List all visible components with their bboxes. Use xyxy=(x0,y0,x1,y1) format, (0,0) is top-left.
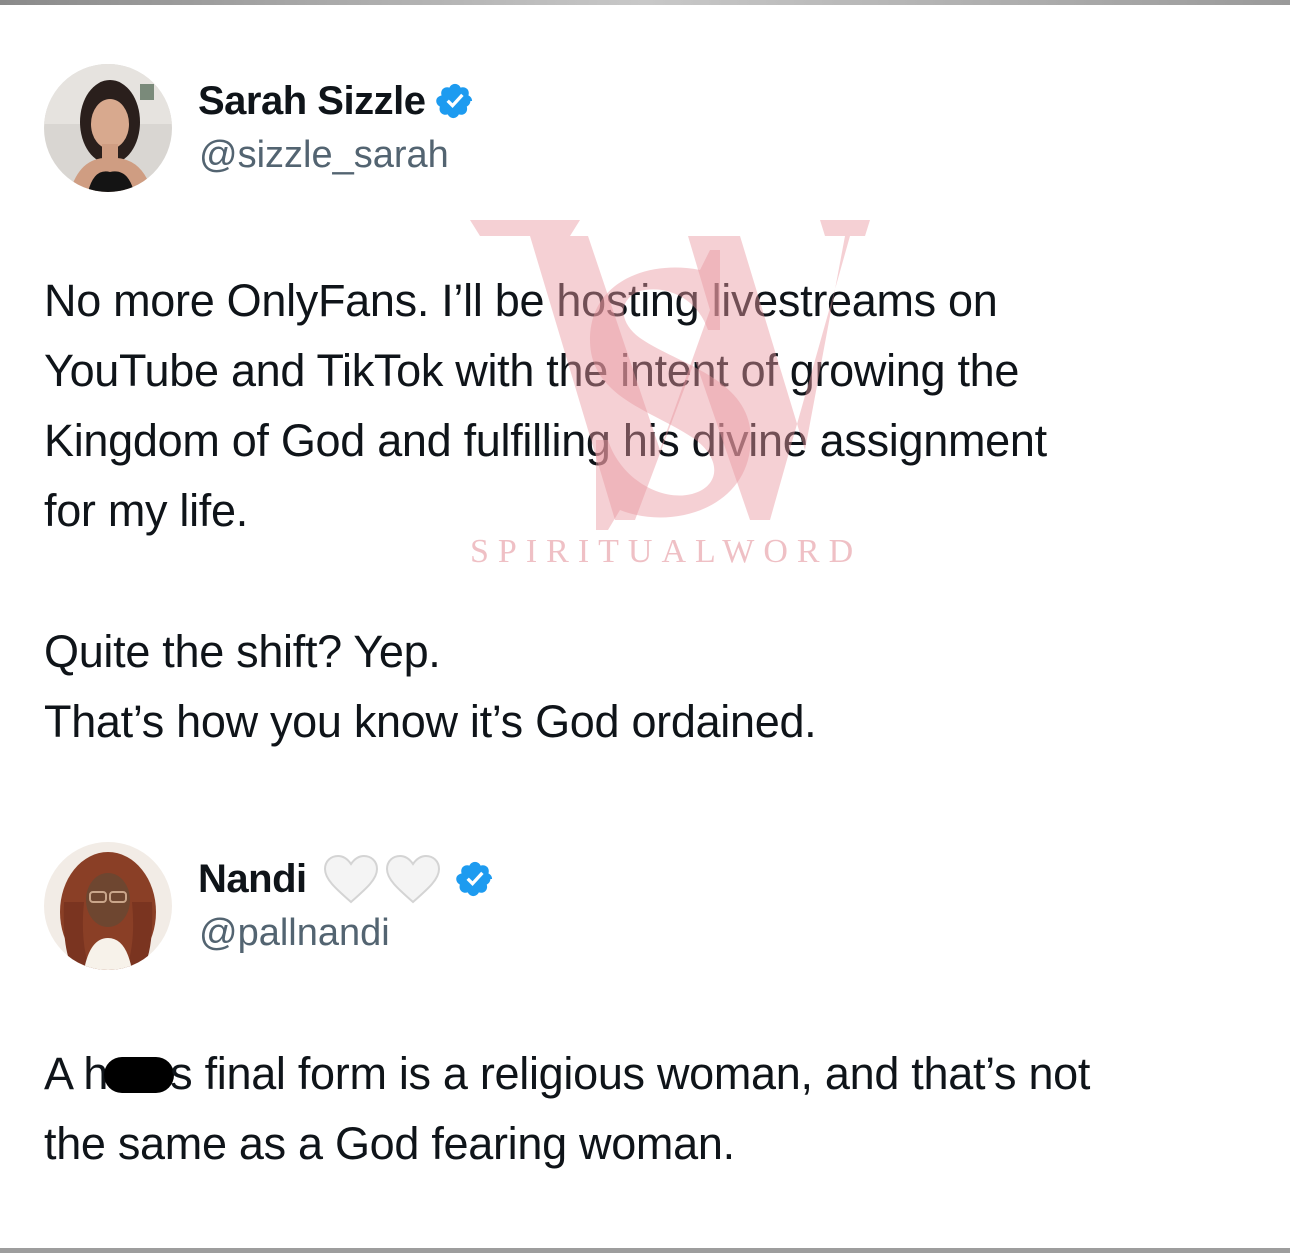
verified-badge-icon xyxy=(455,861,492,897)
tweet-text: A hs final form is a religious woman, an… xyxy=(44,1039,1090,1179)
bottom-border xyxy=(0,1248,1290,1253)
display-name[interactable]: Nandi xyxy=(198,857,307,902)
redaction-bar xyxy=(104,1057,175,1093)
tweet-text-start: A h xyxy=(44,1048,109,1099)
white-heart-icon xyxy=(385,854,440,904)
handle[interactable]: @sizzle_sarah xyxy=(199,134,449,177)
avatar[interactable] xyxy=(44,64,172,192)
tweet-text-paragraph-1: No more OnlyFans. I’ll be hosting livest… xyxy=(44,275,1047,536)
name-row: Nandi xyxy=(198,854,495,904)
tweet-text-rest: s final form is a religious woman, and t… xyxy=(44,1048,1091,1169)
name-row: Sarah Sizzle xyxy=(198,78,475,124)
verified-badge-icon xyxy=(436,83,473,119)
display-name[interactable]: Sarah Sizzle xyxy=(198,79,426,124)
white-heart-icon xyxy=(323,854,378,904)
top-border xyxy=(0,0,1290,5)
watermark-text: SPIRITUALWORD xyxy=(470,533,863,570)
handle[interactable]: @pallnandi xyxy=(199,912,390,955)
tweet-text-paragraph-2: Quite the shift? Yep. That’s how you kno… xyxy=(44,626,817,747)
avatar[interactable] xyxy=(44,842,172,970)
